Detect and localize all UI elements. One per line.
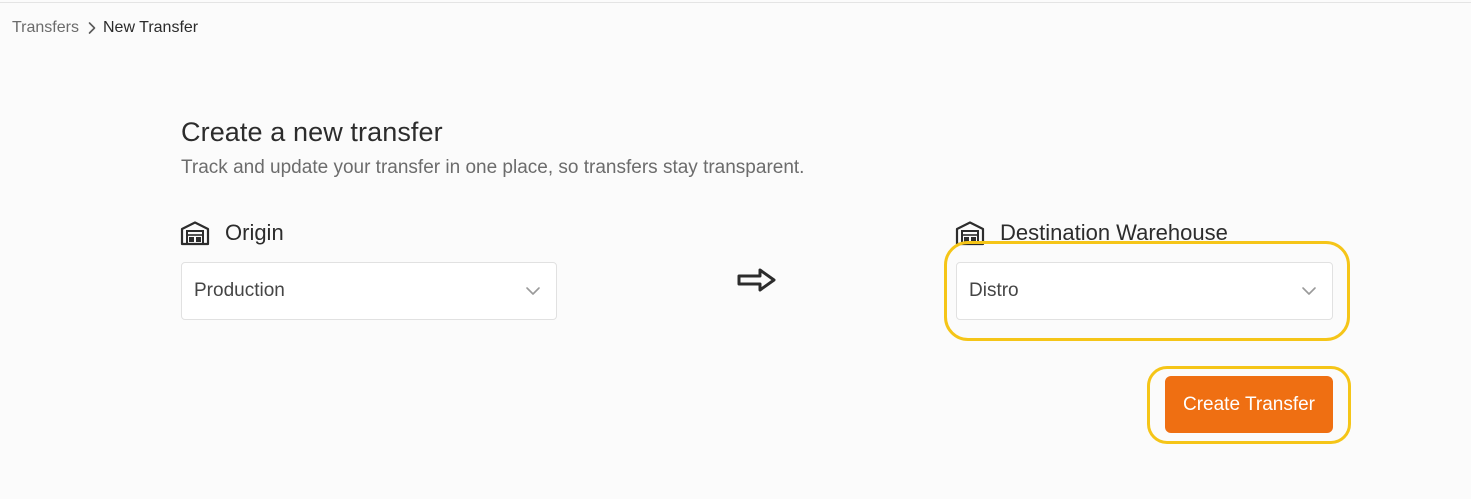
destination-select[interactable]: Distro (956, 262, 1333, 320)
warehouse-icon (955, 220, 985, 246)
origin-label-text: Origin (225, 220, 284, 245)
chevron-down-icon (524, 285, 542, 297)
chevron-right-icon (87, 21, 97, 35)
origin-select-value: Production (194, 280, 285, 301)
right-arrow-icon (736, 266, 778, 294)
page-subtitle: Track and update your transfer in one pl… (181, 157, 805, 178)
destination-select-value: Distro (969, 280, 1019, 301)
breadcrumb-current: New Transfer (102, 19, 199, 36)
page-title: Create a new transfer (181, 117, 443, 147)
origin-select[interactable]: Production (181, 262, 557, 320)
create-transfer-button[interactable]: Create Transfer (1165, 376, 1333, 433)
destination-label: Destination Warehouse (955, 220, 1228, 246)
top-divider (0, 2, 1471, 3)
destination-label-text: Destination Warehouse (1000, 220, 1228, 245)
breadcrumb-transfers-link[interactable]: Transfers (12, 19, 79, 37)
origin-label: Origin (180, 220, 284, 246)
breadcrumb: Transfers New Transfer (12, 19, 198, 37)
chevron-down-icon (1300, 285, 1318, 297)
warehouse-icon (180, 220, 210, 246)
